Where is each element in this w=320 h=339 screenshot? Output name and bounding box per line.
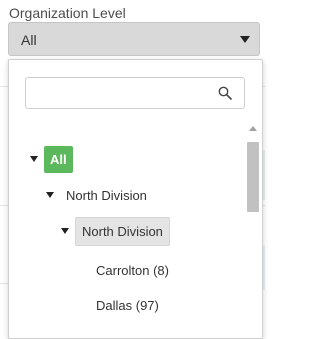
- tree-leaf-label[interactable]: Dallas (97): [96, 298, 159, 313]
- tree-leaf-label[interactable]: Carrolton (8): [96, 263, 169, 278]
- tree-node-label[interactable]: North Division: [66, 188, 147, 203]
- organization-dropdown: All North Division North Division Carrol…: [8, 59, 263, 339]
- tree-leaf-carrolton[interactable]: Carrolton (8): [96, 256, 169, 284]
- tree-node-north-division[interactable]: North Division: [46, 181, 147, 209]
- search-box[interactable]: [25, 77, 245, 109]
- selected-node-label[interactable]: North Division: [75, 216, 170, 246]
- select-value: All: [21, 32, 37, 48]
- tree-leaf-dallas[interactable]: Dallas (97): [96, 291, 159, 319]
- caret-down-icon[interactable]: [61, 228, 69, 234]
- search-input[interactable]: [32, 83, 216, 105]
- caret-down-icon[interactable]: [30, 156, 38, 162]
- scroll-up-arrow-icon[interactable]: [249, 126, 257, 131]
- tree-node-all[interactable]: All: [30, 145, 73, 173]
- caret-down-icon[interactable]: [240, 36, 250, 43]
- scroll-thumb[interactable]: [247, 142, 259, 212]
- organization-level-select[interactable]: All: [8, 22, 260, 56]
- search-icon[interactable]: [218, 86, 232, 100]
- organization-level-label: Organization Level: [9, 5, 126, 21]
- all-node-label[interactable]: All: [44, 145, 73, 173]
- tree-node-north-division-selected[interactable]: North Division: [61, 216, 170, 246]
- dropdown-scrollbar[interactable]: [247, 126, 259, 332]
- caret-down-icon[interactable]: [46, 192, 54, 198]
